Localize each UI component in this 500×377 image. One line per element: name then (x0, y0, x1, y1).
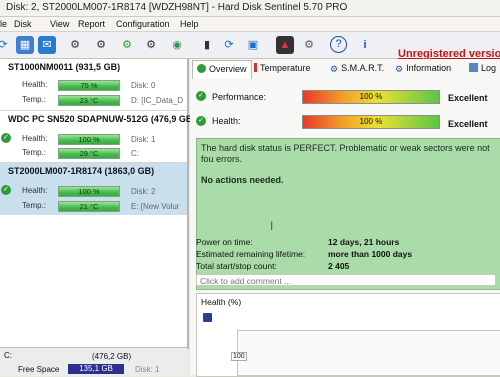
overview-icon (197, 64, 206, 73)
tab-temperature[interactable]: Temperature (254, 63, 311, 73)
menu-disk[interactable]: Disk (14, 19, 32, 29)
start-stop-value: 2 405 (328, 261, 350, 271)
tab-bar: Overview Temperature ⚙ S.M.A.R.T. ⚙ Inform… (190, 59, 500, 81)
disk-name: ST1000NM0011 (931,5 GB) (8, 62, 121, 72)
smart-icon: ⚙ (330, 64, 339, 74)
comment-field[interactable]: Click to add comment ... (196, 274, 496, 286)
health-bar: 100 % (58, 186, 120, 197)
disk-id: Disk: 0 (131, 81, 156, 90)
performance-bar: 100 % (302, 90, 440, 104)
disk-name: WDC PC SN520 SDAPNUW-512G (476,9 GB) (8, 114, 196, 124)
help-icon[interactable]: ? (330, 36, 347, 53)
health-chart-y-label: 100 (231, 352, 247, 361)
performance-label: Performance: (212, 92, 267, 102)
tab-label: Temperature (260, 63, 311, 73)
window-title: Disk: 2, ST2000LM007-1R8174 [WDZH98NT] -… (6, 2, 348, 13)
temp-label: Temp.: (22, 148, 47, 157)
disk-list: ST1000NM0011 (931,5 GB) Health: 75 % Dis… (0, 59, 195, 349)
menu-bar: le Disk View Report Configuration Help (0, 17, 500, 32)
menu-file[interactable]: le (0, 19, 7, 29)
tab-smart[interactable]: ⚙ S.M.A.R.T. (330, 63, 385, 74)
disk-tool-icon[interactable]: ⚙ (66, 36, 84, 54)
disk-settings-icon[interactable]: ⚙ (142, 36, 160, 54)
free-space-bar: 135,1 GB (68, 364, 124, 374)
volume-panel: C: (476,2 GB) Free Space 135,1 GB Disk: … (0, 347, 187, 376)
sync-icon[interactable]: ⟳ (220, 36, 238, 54)
temp-label: Temp.: (22, 201, 47, 210)
disk-id: Disk: 1 (131, 135, 156, 144)
refresh-icon[interactable]: ⟳ (0, 36, 12, 54)
report-icon[interactable]: ▦ (16, 36, 34, 54)
lifetime-value: more than 1000 days (328, 249, 413, 259)
health-bar: 75 % (58, 80, 120, 91)
disk-item-1[interactable]: WDC PC SN520 SDAPNUW-512G (476,9 GB) ✓ H… (0, 111, 195, 163)
performance-rating: Excellent (448, 93, 488, 103)
tab-overview[interactable]: Overview (192, 60, 252, 79)
lifetime-label: Estimated remaining lifetime: (196, 249, 306, 259)
health-bar: 100 % (302, 115, 440, 129)
temp-bar: 23 °C (58, 95, 120, 106)
health-check-icon: ✓ (196, 116, 206, 126)
check-icon: ✓ (1, 133, 11, 143)
info-icon[interactable]: i (356, 36, 374, 54)
status-message: The hard disk status is PERFECT. Problem… (201, 143, 490, 164)
disk-name: ST2000LM007-1R8174 (1863,0 GB) (8, 166, 155, 176)
free-space-label: Free Space (18, 365, 60, 374)
menu-report[interactable]: Report (78, 19, 105, 29)
thermometer-icon (254, 63, 257, 72)
tab-label: Log (481, 63, 497, 73)
volume-label: E: [New Volur (131, 202, 180, 211)
volume-label: C: (131, 149, 139, 158)
info-tab-icon: ⚙ (395, 64, 404, 74)
network-icon[interactable]: ▣ (244, 36, 262, 54)
health-label: Health: (22, 80, 48, 89)
power-on-label: Power on time: (196, 237, 253, 247)
volume-size: (476,2 GB) (92, 352, 132, 361)
globe-icon[interactable]: ◉ (168, 36, 186, 54)
tab-label: Information (406, 63, 452, 73)
health-label: Health: (22, 134, 48, 143)
tab-label: Overview (209, 64, 247, 74)
health-chart-title: Health (%) (201, 297, 242, 307)
menu-help[interactable]: Help (180, 19, 199, 29)
volume-drive: C: (4, 351, 12, 360)
check-icon: ✓ (1, 185, 11, 195)
temp-label: Temp.: (22, 95, 47, 104)
temp-bar: 29 °C (58, 148, 120, 159)
email-icon[interactable]: ✉ (38, 36, 56, 54)
status-actions: No actions needed. (201, 175, 284, 185)
options-icon[interactable]: ⚙ (300, 36, 318, 54)
disk-id: Disk: 2 (131, 187, 156, 196)
power-on-value: 12 days, 21 hours (328, 237, 400, 247)
phone-icon[interactable]: ▮ (198, 36, 216, 54)
menu-view[interactable]: View (50, 19, 69, 29)
tab-log[interactable]: Log (469, 63, 496, 73)
title-bar: Disk: 2, ST2000LM007-1R8174 [WDZH98NT] -… (0, 0, 500, 17)
health-chart-section: Health (%) 100 (196, 293, 500, 377)
health-chart-plot (237, 330, 500, 376)
health-label: Health: (22, 186, 48, 195)
text-cursor-icon: I (270, 219, 274, 233)
volume-disk: Disk: 1 (135, 365, 160, 374)
disk-item-2[interactable]: ST2000LM007-1R8174 (1863,0 GB) ✓ Health:… (0, 163, 187, 215)
disk-item-0[interactable]: ST1000NM0011 (931,5 GB) Health: 75 % Dis… (0, 59, 187, 111)
detail-panel: Overview Temperature ⚙ S.M.A.R.T. ⚙ Inform… (190, 59, 500, 377)
chart-icon[interactable]: ▲ (276, 36, 294, 54)
temp-bar: 21 °C (58, 201, 120, 212)
tab-information[interactable]: ⚙ Information (395, 63, 452, 74)
start-stop-label: Total start/stop count: (196, 261, 277, 271)
health-label: Health: (212, 116, 241, 126)
save-icon[interactable] (203, 313, 212, 322)
volume-label: D: [IC_Data_D (131, 96, 184, 105)
health-bar: 100 % (58, 134, 120, 145)
log-icon (469, 63, 478, 72)
menu-configuration[interactable]: Configuration (116, 19, 170, 29)
health-rating: Excellent (448, 119, 488, 129)
disk-test-icon[interactable]: ⚙ (92, 36, 110, 54)
tab-label: S.M.A.R.T. (341, 63, 385, 73)
disk-check-icon[interactable]: ⚙ (118, 36, 136, 54)
performance-check-icon: ✓ (196, 91, 206, 101)
